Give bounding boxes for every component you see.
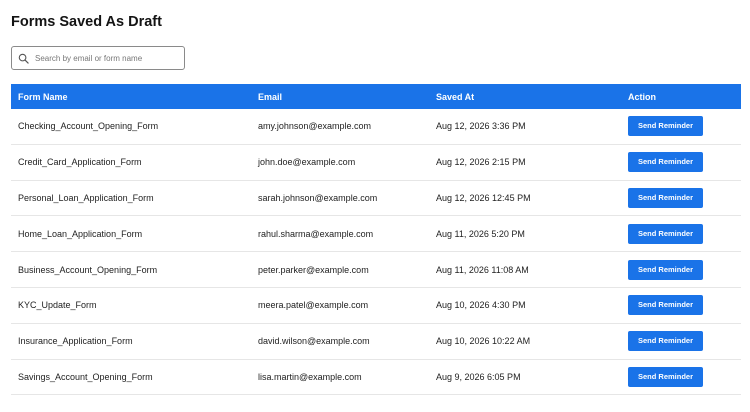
send-reminder-button[interactable]: Send Reminder bbox=[628, 259, 703, 280]
email-cell: sarah.johnson@example.com bbox=[258, 192, 378, 203]
column-header-form-name: Form Name bbox=[18, 91, 68, 102]
table-row: Personal_Loan_Application_Form sarah.joh… bbox=[11, 181, 741, 217]
search-input[interactable] bbox=[35, 53, 175, 63]
form-name-cell: Savings_Account_Opening_Form bbox=[18, 371, 153, 382]
table-header: Form Name Email Saved At Action bbox=[11, 84, 741, 109]
send-reminder-button[interactable]: Send Reminder bbox=[628, 295, 703, 316]
action-cell: Send Reminder bbox=[621, 259, 741, 280]
search-box[interactable] bbox=[11, 46, 185, 70]
saved-at-cell: Aug 10, 2026 4:30 PM bbox=[436, 300, 526, 311]
form-name-cell: Checking_Account_Opening_Form bbox=[18, 121, 159, 132]
email-cell: amy.johnson@example.com bbox=[258, 121, 372, 132]
search-icon bbox=[18, 53, 29, 64]
email-cell: lisa.martin@example.com bbox=[258, 371, 362, 382]
email-cell: david.wilson@example.com bbox=[258, 336, 370, 347]
column-header-action: Action bbox=[628, 91, 656, 102]
action-cell: Send Reminder bbox=[621, 187, 741, 208]
action-cell: Send Reminder bbox=[621, 331, 741, 352]
send-reminder-button[interactable]: Send Reminder bbox=[628, 366, 703, 387]
send-reminder-button[interactable]: Send Reminder bbox=[628, 331, 703, 352]
table-row: Insurance_Application_Form david.wilson@… bbox=[11, 324, 741, 360]
table-row: KYC_Update_Form meera.patel@example.com … bbox=[11, 288, 741, 324]
email-cell: john.doe@example.com bbox=[258, 157, 356, 168]
action-cell: Send Reminder bbox=[621, 366, 741, 387]
table-row: Credit_Card_Application_Form john.doe@ex… bbox=[11, 145, 741, 181]
page-title: Forms Saved As Draft bbox=[11, 14, 162, 30]
column-header-saved-at: Saved At bbox=[436, 91, 475, 102]
table-row: Business_Account_Opening_Form peter.park… bbox=[11, 252, 741, 288]
saved-at-cell: Aug 9, 2026 6:05 PM bbox=[436, 371, 521, 382]
email-cell: rahul.sharma@example.com bbox=[258, 228, 374, 239]
table-row: Savings_Account_Opening_Form lisa.martin… bbox=[11, 360, 741, 396]
send-reminder-button[interactable]: Send Reminder bbox=[628, 187, 703, 208]
table-row: Checking_Account_Opening_Form amy.johnso… bbox=[11, 109, 741, 145]
saved-at-cell: Aug 12, 2026 3:36 PM bbox=[436, 121, 526, 132]
action-cell: Send Reminder bbox=[621, 116, 741, 137]
action-cell: Send Reminder bbox=[621, 223, 741, 244]
saved-at-cell: Aug 11, 2026 5:20 PM bbox=[436, 228, 525, 239]
form-name-cell: Insurance_Application_Form bbox=[18, 336, 133, 347]
table-row: Home_Loan_Application_Form rahul.sharma@… bbox=[11, 216, 741, 253]
form-name-cell: Business_Account_Opening_Form bbox=[18, 264, 158, 275]
saved-at-cell: Aug 12, 2026 12:45 PM bbox=[436, 192, 531, 203]
form-name-cell: Personal_Loan_Application_Form bbox=[18, 192, 154, 203]
drafts-table: Form Name Email Saved At Action Checking… bbox=[11, 84, 741, 396]
saved-at-cell: Aug 10, 2026 10:22 AM bbox=[436, 336, 531, 347]
form-name-cell: Home_Loan_Application_Form bbox=[18, 228, 143, 239]
email-cell: meera.patel@example.com bbox=[258, 300, 369, 311]
saved-at-cell: Aug 11, 2026 11:08 AM bbox=[436, 264, 529, 275]
form-name-cell: KYC_Update_Form bbox=[18, 300, 97, 311]
form-name-cell: Credit_Card_Application_Form bbox=[18, 157, 142, 168]
action-cell: Send Reminder bbox=[621, 152, 741, 173]
column-header-email: Email bbox=[258, 91, 283, 102]
action-cell: Send Reminder bbox=[621, 295, 741, 316]
send-reminder-button[interactable]: Send Reminder bbox=[628, 116, 703, 137]
send-reminder-button[interactable]: Send Reminder bbox=[628, 152, 703, 173]
email-cell: peter.parker@example.com bbox=[258, 264, 369, 275]
saved-at-cell: Aug 12, 2026 2:15 PM bbox=[436, 157, 526, 168]
send-reminder-button[interactable]: Send Reminder bbox=[628, 223, 703, 244]
